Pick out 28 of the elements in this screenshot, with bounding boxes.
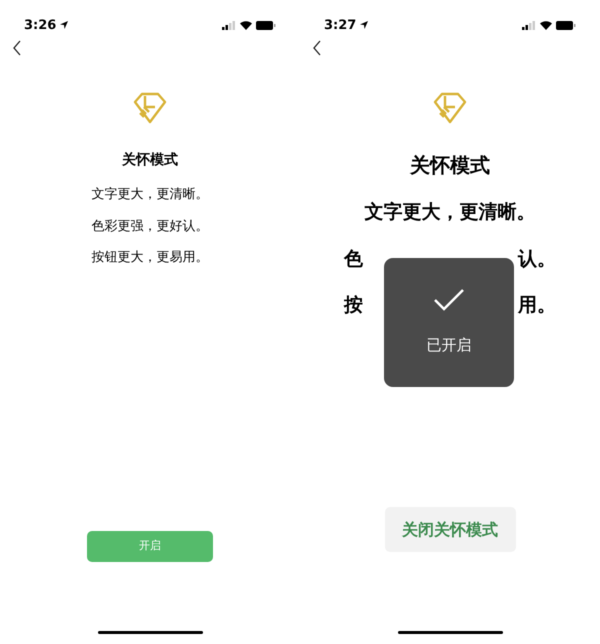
- location-arrow-icon: [359, 20, 370, 30]
- feature-text: 色彩更强，更好认。: [92, 218, 208, 236]
- feature-text: 认。: [518, 246, 556, 272]
- enable-button[interactable]: 开启: [87, 531, 213, 562]
- disable-care-mode-button[interactable]: 关闭关怀模式: [384, 507, 516, 552]
- battery-icon: [256, 20, 276, 30]
- heart-hand-icon: [131, 90, 169, 126]
- feature-text: 文字更大，更清晰。: [364, 200, 536, 225]
- mode-title: 关怀模式: [122, 151, 178, 170]
- heart-hand-icon: [431, 90, 469, 126]
- signal-icon: [222, 20, 236, 30]
- checkmark-icon: [433, 288, 465, 312]
- wifi-icon: [540, 20, 552, 30]
- feature-text: 按钮更大，更易用。: [92, 249, 208, 267]
- location-arrow-icon: [59, 20, 70, 30]
- toast-text: 已开启: [426, 335, 472, 356]
- back-chevron-icon[interactable]: [312, 40, 322, 56]
- status-time: 3:27: [324, 18, 356, 32]
- feature-text: 按: [344, 293, 363, 318]
- feature-text: 色: [344, 246, 363, 272]
- feature-text: 文字更大，更清晰。: [92, 186, 208, 204]
- feature-text: 用。: [518, 293, 556, 318]
- back-chevron-icon[interactable]: [12, 40, 22, 56]
- status-time: 3:26: [24, 18, 56, 32]
- signal-icon: [522, 20, 536, 30]
- wifi-icon: [240, 20, 252, 30]
- mode-title: 关怀模式: [410, 152, 490, 179]
- battery-icon: [556, 20, 576, 30]
